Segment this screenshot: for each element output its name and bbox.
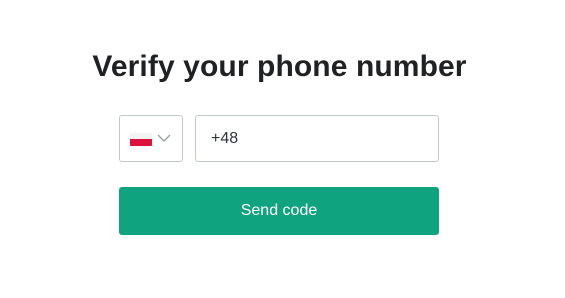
page-title: Verify your phone number [92,50,467,83]
phone-number-row [119,115,439,162]
send-code-button[interactable]: Send code [119,187,439,235]
verify-phone-page: Verify your phone number Send code [0,0,565,298]
chevron-down-icon [157,134,171,142]
phone-number-input[interactable] [195,115,439,162]
flag-poland-icon [130,133,152,146]
country-code-select[interactable] [119,115,183,162]
